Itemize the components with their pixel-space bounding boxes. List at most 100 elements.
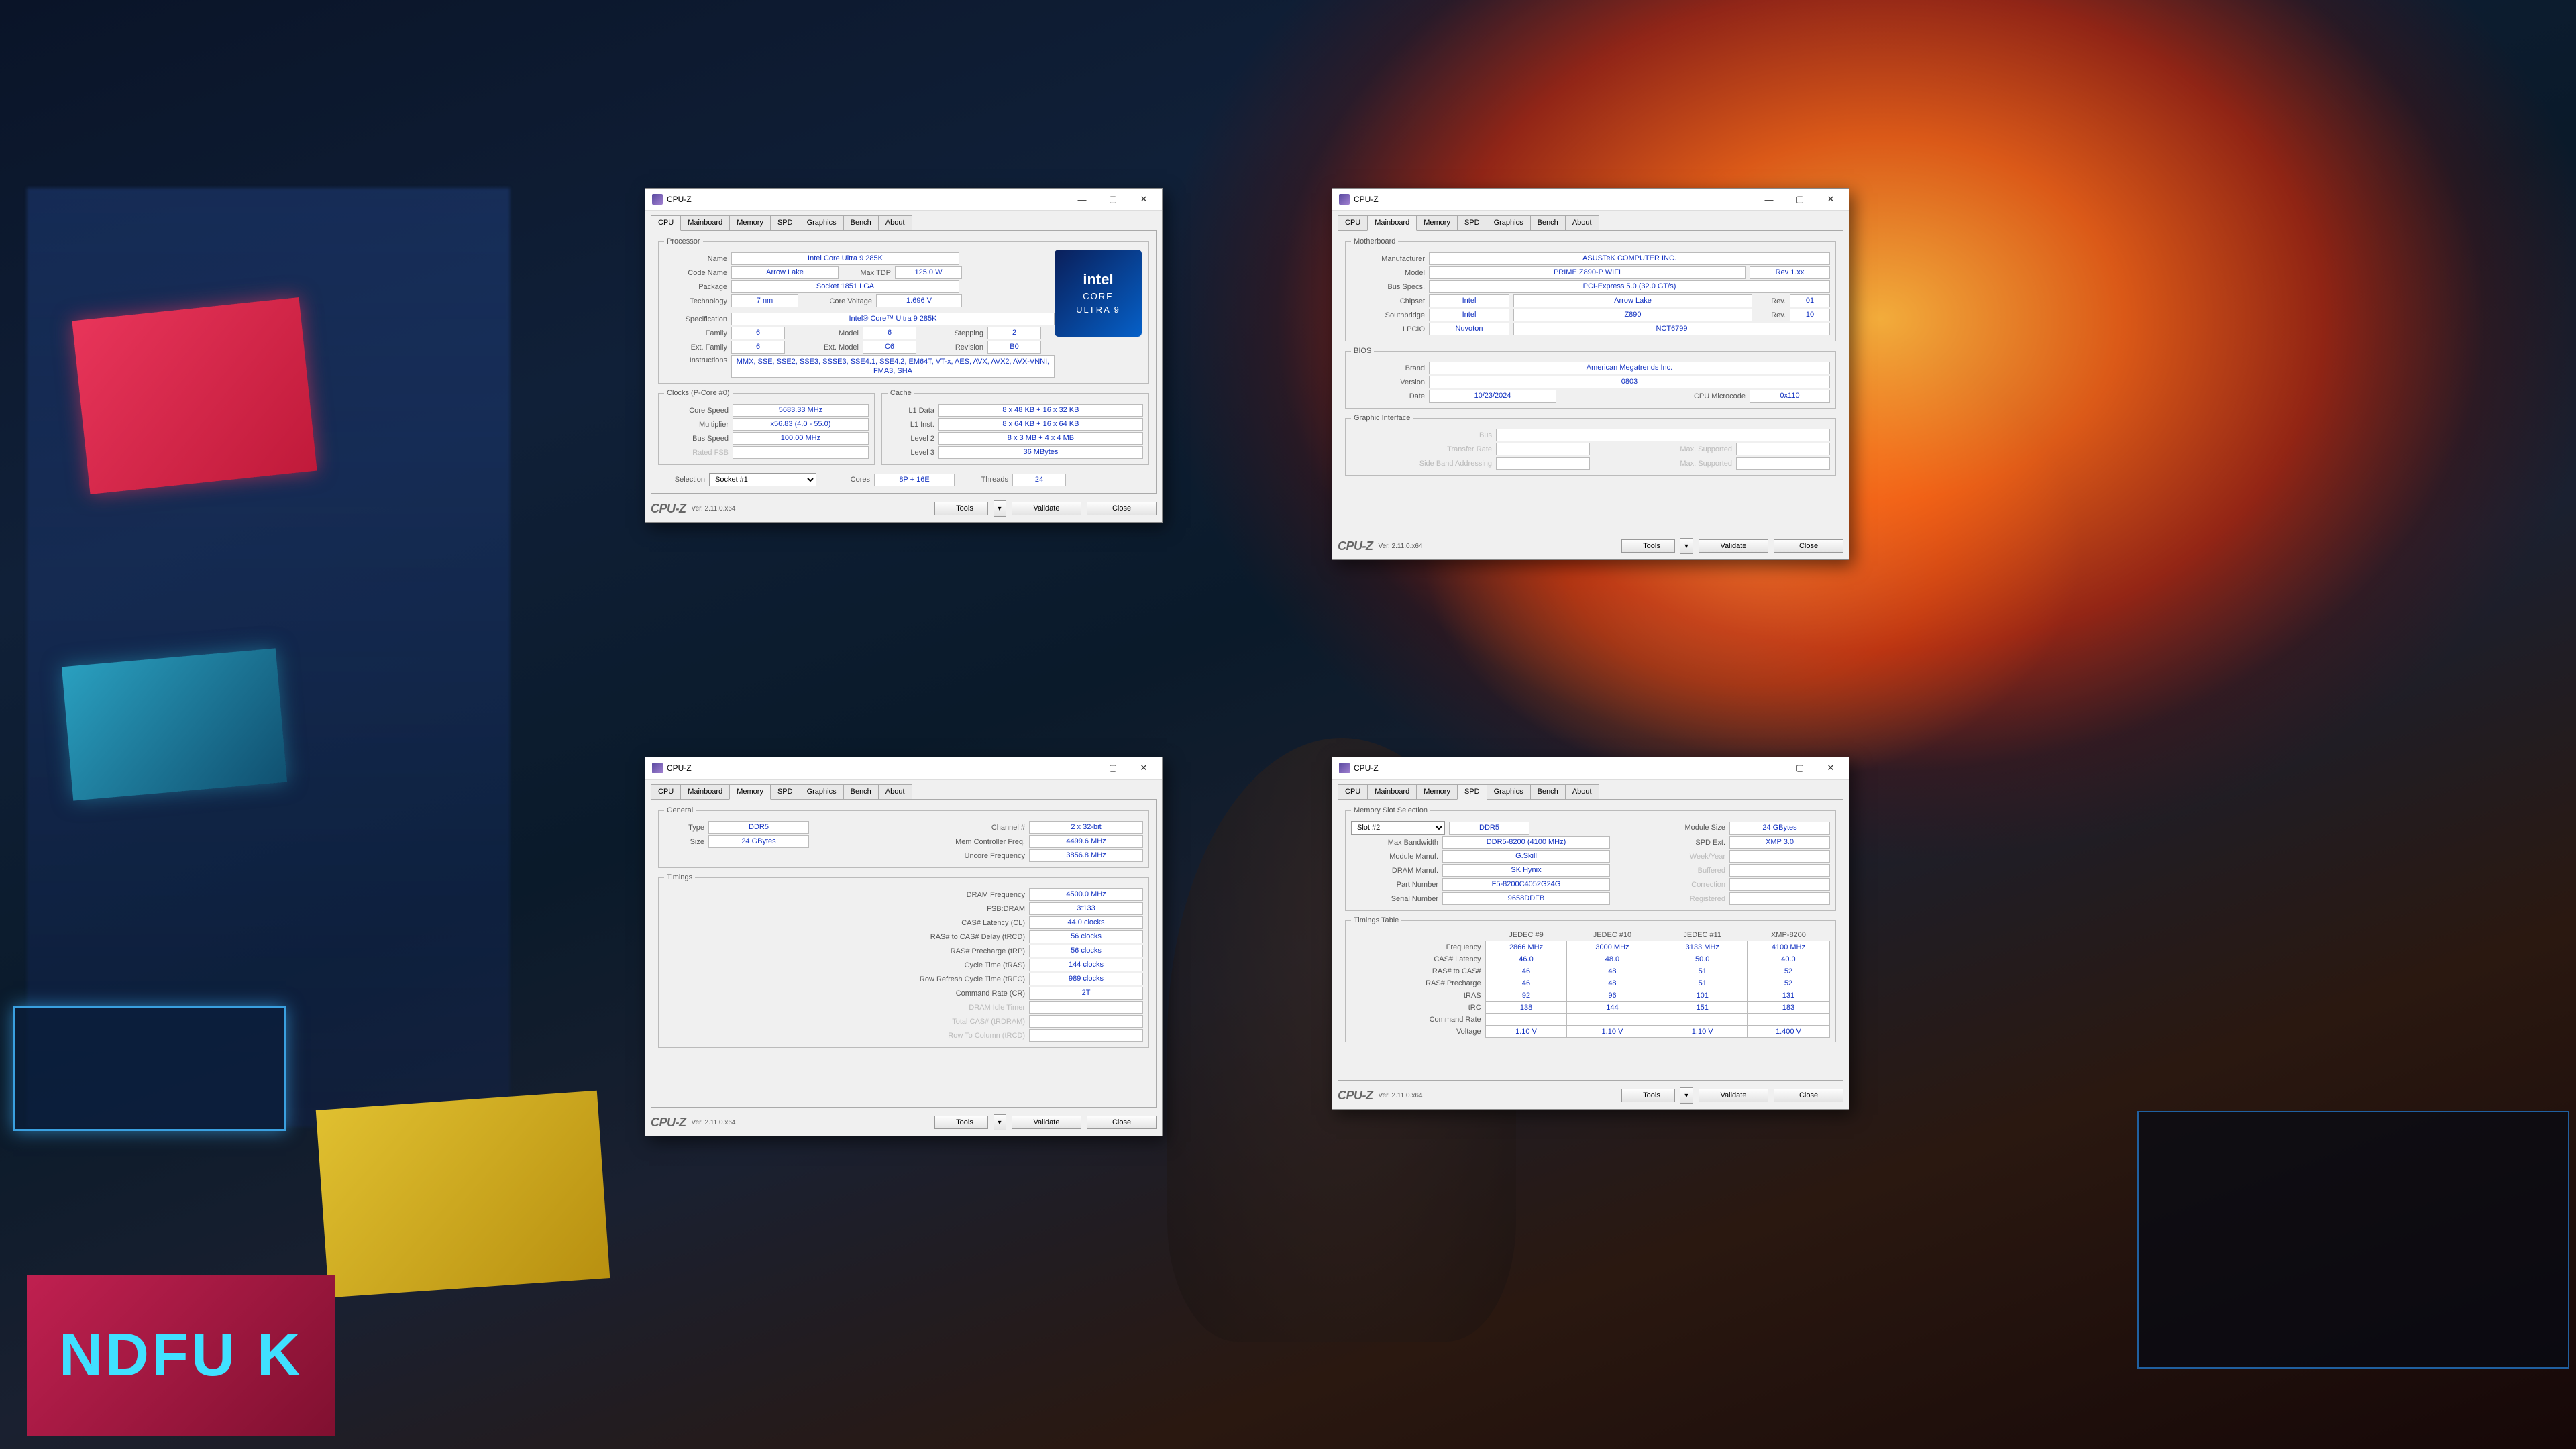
value-name: Intel Core Ultra 9 285K: [731, 252, 959, 265]
tab-spd[interactable]: SPD: [1457, 784, 1487, 800]
value-manufacturer: ASUSTeK COMPUTER INC.: [1429, 252, 1830, 265]
tab-spd[interactable]: SPD: [770, 784, 800, 800]
tab-spd[interactable]: SPD: [1457, 215, 1487, 231]
tools-dropdown-icon[interactable]: ▼: [1680, 538, 1693, 554]
tab-mainboard[interactable]: Mainboard: [680, 784, 730, 800]
table-row: tRAS9296101131: [1351, 989, 1830, 1002]
tab-cpu[interactable]: CPU: [651, 784, 681, 800]
close-footer-button[interactable]: Close: [1087, 1116, 1157, 1129]
validate-button[interactable]: Validate: [1012, 1116, 1081, 1129]
tab-about[interactable]: About: [878, 215, 912, 231]
label-idle: DRAM Idle Timer: [664, 1004, 1029, 1012]
tab-spd[interactable]: SPD: [770, 215, 800, 231]
tab-bench[interactable]: Bench: [843, 784, 879, 800]
label-multiplier: Multiplier: [664, 421, 733, 429]
tab-graphics[interactable]: Graphics: [800, 784, 844, 800]
close-button[interactable]: ✕: [1128, 189, 1159, 210]
value-rtc: [1029, 1029, 1143, 1042]
label-tras: Cycle Time (tRAS): [664, 961, 1029, 969]
window-title: CPU-Z: [1354, 195, 1379, 204]
tab-about[interactable]: About: [1565, 215, 1599, 231]
value-technology: 7 nm: [731, 294, 798, 307]
close-button[interactable]: ✕: [1815, 189, 1846, 210]
tools-dropdown-icon[interactable]: ▼: [1680, 1087, 1693, 1104]
footer-version: Ver. 2.11.0.x64: [692, 505, 736, 513]
label-gi-bus: Bus: [1351, 431, 1496, 439]
label-lpcio: LPCIO: [1351, 325, 1429, 333]
label-chipset: Chipset: [1351, 297, 1429, 305]
value-mcf: 4499.6 MHz: [1029, 835, 1143, 848]
tab-graphics[interactable]: Graphics: [1487, 784, 1531, 800]
tab-bench[interactable]: Bench: [843, 215, 879, 231]
label-instructions: Instructions: [664, 355, 731, 364]
titlebar[interactable]: CPU-Z — ▢ ✕: [1332, 189, 1849, 211]
tab-bar: CPU Mainboard Memory SPD Graphics Bench …: [1332, 211, 1849, 230]
close-button[interactable]: ✕: [1128, 757, 1159, 779]
label-mem-size: Size: [664, 838, 708, 846]
value-max-supported: [1736, 443, 1830, 455]
value-fsb-dram: 3:133: [1029, 902, 1143, 915]
close-button[interactable]: ✕: [1815, 757, 1846, 779]
tab-mainboard[interactable]: Mainboard: [1367, 215, 1417, 231]
app-icon: [1339, 194, 1350, 205]
table-row: RAS# Precharge46485152: [1351, 977, 1830, 989]
tab-mainboard[interactable]: Mainboard: [680, 215, 730, 231]
label-spec: Specification: [664, 315, 731, 323]
value-cores: 8P + 16E: [874, 474, 955, 486]
timings-table: JEDEC #9 JEDEC #10 JEDEC #11 XMP-8200 Fr…: [1351, 930, 1830, 1038]
tab-about[interactable]: About: [1565, 784, 1599, 800]
tab-memory[interactable]: Memory: [729, 784, 771, 800]
tools-button[interactable]: Tools: [934, 502, 988, 515]
tools-dropdown-icon[interactable]: ▼: [994, 1114, 1006, 1130]
label-model: Model: [785, 329, 863, 337]
tab-memory[interactable]: Memory: [1416, 784, 1458, 800]
label-codename: Code Name: [664, 269, 731, 277]
value-spd-ext: XMP 3.0: [1729, 836, 1830, 849]
tools-dropdown-icon[interactable]: ▼: [994, 500, 1006, 517]
tools-button[interactable]: Tools: [934, 1116, 988, 1129]
label-l2: Level 2: [888, 435, 938, 443]
titlebar[interactable]: CPU-Z — ▢ ✕: [645, 757, 1162, 780]
tab-memory[interactable]: Memory: [729, 215, 771, 231]
tab-cpu[interactable]: CPU: [651, 215, 681, 231]
maximize-button[interactable]: ▢: [1097, 757, 1128, 779]
maximize-button[interactable]: ▢: [1784, 189, 1815, 210]
tab-cpu[interactable]: CPU: [1338, 784, 1368, 800]
minimize-button[interactable]: —: [1754, 189, 1784, 210]
tab-mainboard[interactable]: Mainboard: [1367, 784, 1417, 800]
tab-graphics[interactable]: Graphics: [1487, 215, 1531, 231]
titlebar[interactable]: CPU-Z — ▢ ✕: [1332, 757, 1849, 780]
minimize-button[interactable]: —: [1067, 189, 1097, 210]
minimize-button[interactable]: —: [1754, 757, 1784, 779]
tools-button[interactable]: Tools: [1621, 1089, 1675, 1102]
close-footer-button[interactable]: Close: [1774, 539, 1843, 553]
tab-bar: CPU Mainboard Memory SPD Graphics Bench …: [645, 211, 1162, 230]
maximize-button[interactable]: ▢: [1097, 189, 1128, 210]
label-name: Name: [664, 255, 731, 263]
titlebar[interactable]: CPU-Z — ▢ ✕: [645, 189, 1162, 211]
validate-button[interactable]: Validate: [1012, 502, 1081, 515]
value-package: Socket 1851 LGA: [731, 280, 959, 293]
group-motherboard: Motherboard ManufacturerASUSTeK COMPUTER…: [1345, 237, 1836, 341]
validate-button[interactable]: Validate: [1699, 539, 1768, 553]
tab-bench[interactable]: Bench: [1530, 784, 1566, 800]
tab-cpu[interactable]: CPU: [1338, 215, 1368, 231]
tab-memory[interactable]: Memory: [1416, 215, 1458, 231]
label-module-size: Module Size: [1529, 824, 1729, 832]
group-general: General TypeDDR5Channel #2 x 32-bit Size…: [658, 806, 1149, 868]
maximize-button[interactable]: ▢: [1784, 757, 1815, 779]
tab-graphics[interactable]: Graphics: [800, 215, 844, 231]
value-bios-date: 10/23/2024: [1429, 390, 1556, 402]
validate-button[interactable]: Validate: [1699, 1089, 1768, 1102]
slot-select[interactable]: Slot #2: [1351, 821, 1445, 835]
tab-about[interactable]: About: [878, 784, 912, 800]
minimize-button[interactable]: —: [1067, 757, 1097, 779]
label-model: Model: [1351, 269, 1429, 277]
close-footer-button[interactable]: Close: [1774, 1089, 1843, 1102]
label-sb-rev: Rev.: [1752, 311, 1790, 319]
tab-bench[interactable]: Bench: [1530, 215, 1566, 231]
tools-button[interactable]: Tools: [1621, 539, 1675, 553]
close-footer-button[interactable]: Close: [1087, 502, 1157, 515]
socket-select[interactable]: Socket #1: [709, 473, 816, 486]
col-jedec9: JEDEC #9: [1485, 930, 1567, 941]
